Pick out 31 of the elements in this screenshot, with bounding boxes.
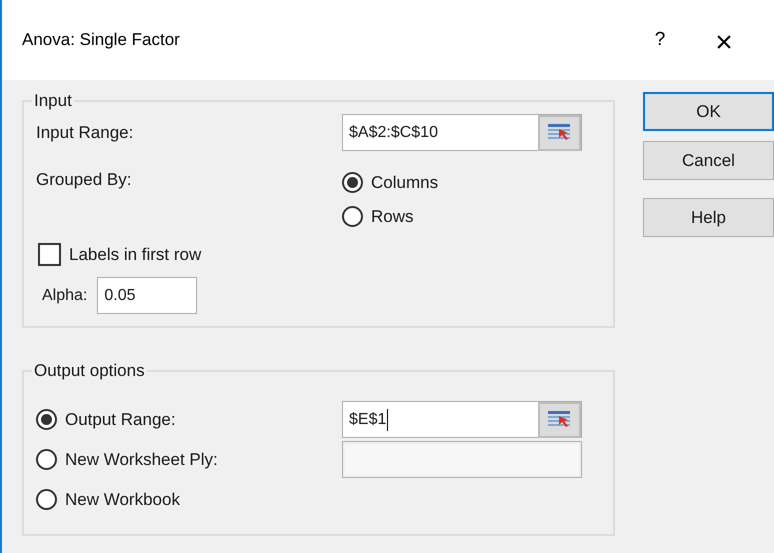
- field-label: Alpha:: [42, 286, 88, 306]
- input-range-field[interactable]: $A$2:$C$10: [342, 114, 582, 151]
- radio-button[interactable]: [36, 449, 57, 470]
- grid-arrow-icon: [548, 410, 572, 428]
- dialog-button[interactable]: Cancel: [643, 141, 774, 180]
- radio-button[interactable]: [342, 206, 363, 227]
- radio-label[interactable]: Output Range:: [65, 406, 176, 432]
- radio-button[interactable]: [342, 172, 363, 193]
- close-button[interactable]: ×: [702, 20, 746, 60]
- field-label: Input Range:: [36, 122, 134, 144]
- window-title: Anova: Single Factor: [22, 29, 180, 52]
- radio-label[interactable]: Rows: [371, 204, 414, 230]
- checkbox[interactable]: [38, 242, 61, 266]
- text-cursor: [387, 408, 388, 430]
- checkbox-label[interactable]: Labels in first row: [69, 242, 202, 267]
- field-label: Grouped By:: [36, 168, 132, 190]
- output-range-field[interactable]: $E$1: [342, 401, 582, 438]
- range-picker-button[interactable]: [538, 114, 581, 150]
- group-title: Output options: [33, 360, 146, 382]
- radio-label[interactable]: Columns: [371, 170, 438, 196]
- dialog-button[interactable]: Help: [643, 198, 774, 237]
- radio-label[interactable]: New Workbook: [65, 486, 180, 512]
- radio-label[interactable]: New Worksheet Ply:: [65, 446, 218, 472]
- dialog-button[interactable]: OK: [643, 92, 774, 131]
- radio-button[interactable]: [36, 489, 57, 510]
- range-picker-button[interactable]: [538, 402, 581, 438]
- alpha-field[interactable]: 0.05: [97, 277, 198, 314]
- grid-arrow-icon: [548, 124, 572, 142]
- group-title: Input: [33, 90, 73, 112]
- radio-button[interactable]: [36, 409, 57, 430]
- help-button[interactable]: ?: [640, 20, 680, 60]
